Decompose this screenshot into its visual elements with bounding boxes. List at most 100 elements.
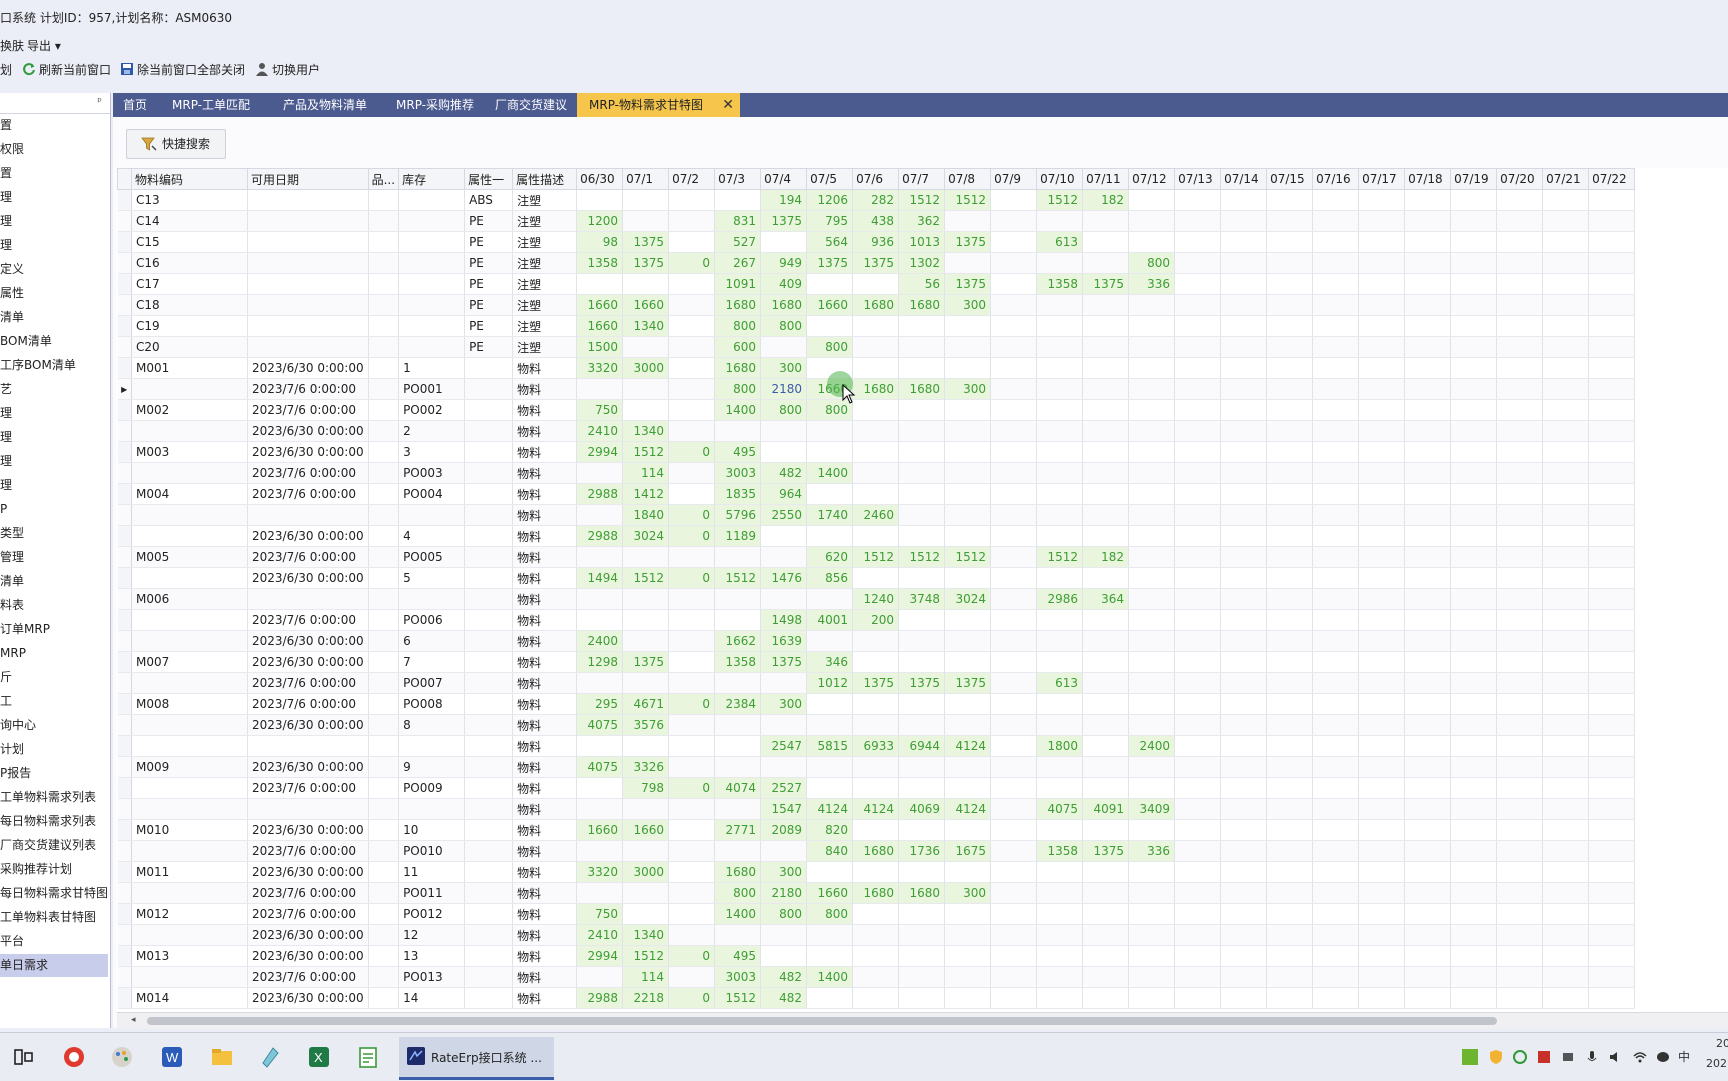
cell-stock[interactable]: 9	[398, 756, 466, 778]
day-cell[interactable]	[1588, 966, 1636, 988]
day-cell[interactable]	[1220, 210, 1268, 232]
day-cell[interactable]	[852, 483, 900, 505]
day-cell[interactable]	[1542, 189, 1590, 211]
day-cell[interactable]	[1128, 756, 1176, 778]
sidebar-item[interactable]: 厂商交货建议列表	[0, 834, 108, 857]
cell-p[interactable]	[368, 483, 400, 505]
day-cell[interactable]	[1312, 399, 1360, 421]
day-cell[interactable]	[1542, 693, 1590, 715]
day-cell[interactable]: 3576	[622, 714, 670, 736]
day-cell[interactable]: 1298	[576, 651, 624, 673]
column-header[interactable]: 07/10	[1036, 168, 1084, 190]
day-cell[interactable]	[1266, 210, 1314, 232]
row-indicator[interactable]	[117, 630, 132, 652]
day-cell[interactable]: 1512	[1036, 189, 1084, 211]
day-cell[interactable]	[898, 336, 946, 358]
table-row[interactable]: 2023/6/30 0:00:00 5 物料 1494 1512 0 1512 1476 856	[117, 567, 1636, 589]
day-cell[interactable]: 295	[576, 693, 624, 715]
cell-attr[interactable]	[464, 693, 514, 715]
day-cell[interactable]: 613	[1036, 672, 1084, 694]
row-indicator[interactable]	[117, 777, 132, 799]
day-cell[interactable]	[990, 315, 1038, 337]
day-cell[interactable]: 2460	[852, 504, 900, 526]
day-cell[interactable]	[1450, 294, 1498, 316]
day-cell[interactable]	[1404, 525, 1452, 547]
row-indicator[interactable]	[117, 987, 132, 1009]
day-cell[interactable]	[1450, 903, 1498, 925]
day-cell[interactable]	[1404, 735, 1452, 757]
day-cell[interactable]	[1220, 567, 1268, 589]
day-cell[interactable]	[898, 525, 946, 547]
day-cell[interactable]: 1835	[714, 483, 762, 505]
day-cell[interactable]	[1220, 399, 1268, 421]
wifi-icon[interactable]	[1632, 1049, 1648, 1065]
cell-stock[interactable]: PO011	[398, 882, 466, 904]
day-cell[interactable]	[1404, 798, 1452, 820]
day-cell[interactable]: 1375	[622, 252, 670, 274]
day-cell[interactable]	[1220, 987, 1268, 1009]
day-cell[interactable]	[1542, 630, 1590, 652]
cell-attr[interactable]: PE	[464, 252, 514, 274]
day-cell[interactable]	[1220, 189, 1268, 211]
day-cell[interactable]	[1266, 819, 1314, 841]
day-cell[interactable]	[1542, 420, 1590, 442]
day-cell[interactable]	[1174, 336, 1222, 358]
cell-p[interactable]	[368, 504, 400, 526]
column-header[interactable]: 属性一	[464, 168, 514, 190]
day-cell[interactable]	[1220, 462, 1268, 484]
day-cell[interactable]: 798	[622, 777, 670, 799]
day-cell[interactable]	[898, 966, 946, 988]
day-cell[interactable]	[1266, 945, 1314, 967]
day-cell[interactable]	[1450, 987, 1498, 1009]
day-cell[interactable]	[1036, 294, 1084, 316]
volume-icon[interactable]	[1608, 1049, 1624, 1065]
day-cell[interactable]	[852, 273, 900, 295]
day-cell[interactable]	[1174, 252, 1222, 274]
day-cell[interactable]	[1036, 525, 1084, 547]
day-cell[interactable]: 1512	[944, 189, 992, 211]
day-cell[interactable]	[1542, 777, 1590, 799]
day-cell[interactable]	[1450, 189, 1498, 211]
day-cell[interactable]	[1312, 798, 1360, 820]
column-header[interactable]: 07/5	[806, 168, 854, 190]
day-cell[interactable]	[1358, 378, 1406, 400]
day-cell[interactable]	[1174, 693, 1222, 715]
day-cell[interactable]	[1404, 777, 1452, 799]
day-cell[interactable]	[1082, 924, 1130, 946]
row-indicator[interactable]	[117, 903, 132, 925]
day-cell[interactable]	[1450, 252, 1498, 274]
day-cell[interactable]	[1266, 651, 1314, 673]
day-cell[interactable]	[1174, 378, 1222, 400]
cell-p[interactable]	[368, 588, 400, 610]
day-cell[interactable]	[990, 651, 1038, 673]
sidebar-item[interactable]: 计划	[0, 738, 108, 761]
sidebar-item[interactable]: 属性	[0, 282, 108, 305]
day-cell[interactable]	[1174, 777, 1222, 799]
day-cell[interactable]	[668, 273, 716, 295]
day-cell[interactable]	[1588, 462, 1636, 484]
day-cell[interactable]	[1404, 546, 1452, 568]
day-cell[interactable]	[1312, 840, 1360, 862]
day-cell[interactable]	[1220, 546, 1268, 568]
day-cell[interactable]	[852, 462, 900, 484]
day-cell[interactable]	[1358, 462, 1406, 484]
day-cell[interactable]: 4075	[576, 714, 624, 736]
day-cell[interactable]: 1340	[622, 420, 670, 442]
cell-p[interactable]	[368, 861, 400, 883]
day-cell[interactable]	[1036, 378, 1084, 400]
recycle-icon[interactable]	[1512, 1049, 1528, 1065]
day-cell[interactable]	[990, 462, 1038, 484]
cell-attr[interactable]	[464, 882, 514, 904]
day-cell[interactable]	[1312, 693, 1360, 715]
day-cell[interactable]	[576, 546, 624, 568]
cell-p[interactable]	[368, 210, 400, 232]
day-cell[interactable]: 936	[852, 231, 900, 253]
cell-code[interactable]	[131, 420, 248, 442]
day-cell[interactable]: 0	[668, 987, 716, 1009]
column-header[interactable]: 06/30	[576, 168, 624, 190]
day-cell[interactable]	[668, 840, 716, 862]
day-cell[interactable]	[1496, 798, 1544, 820]
day-cell[interactable]	[1404, 840, 1452, 862]
table-row[interactable]: 物料 2547 5815 6933 6944 4124 1800 2400	[117, 735, 1636, 757]
day-cell[interactable]	[760, 231, 808, 253]
